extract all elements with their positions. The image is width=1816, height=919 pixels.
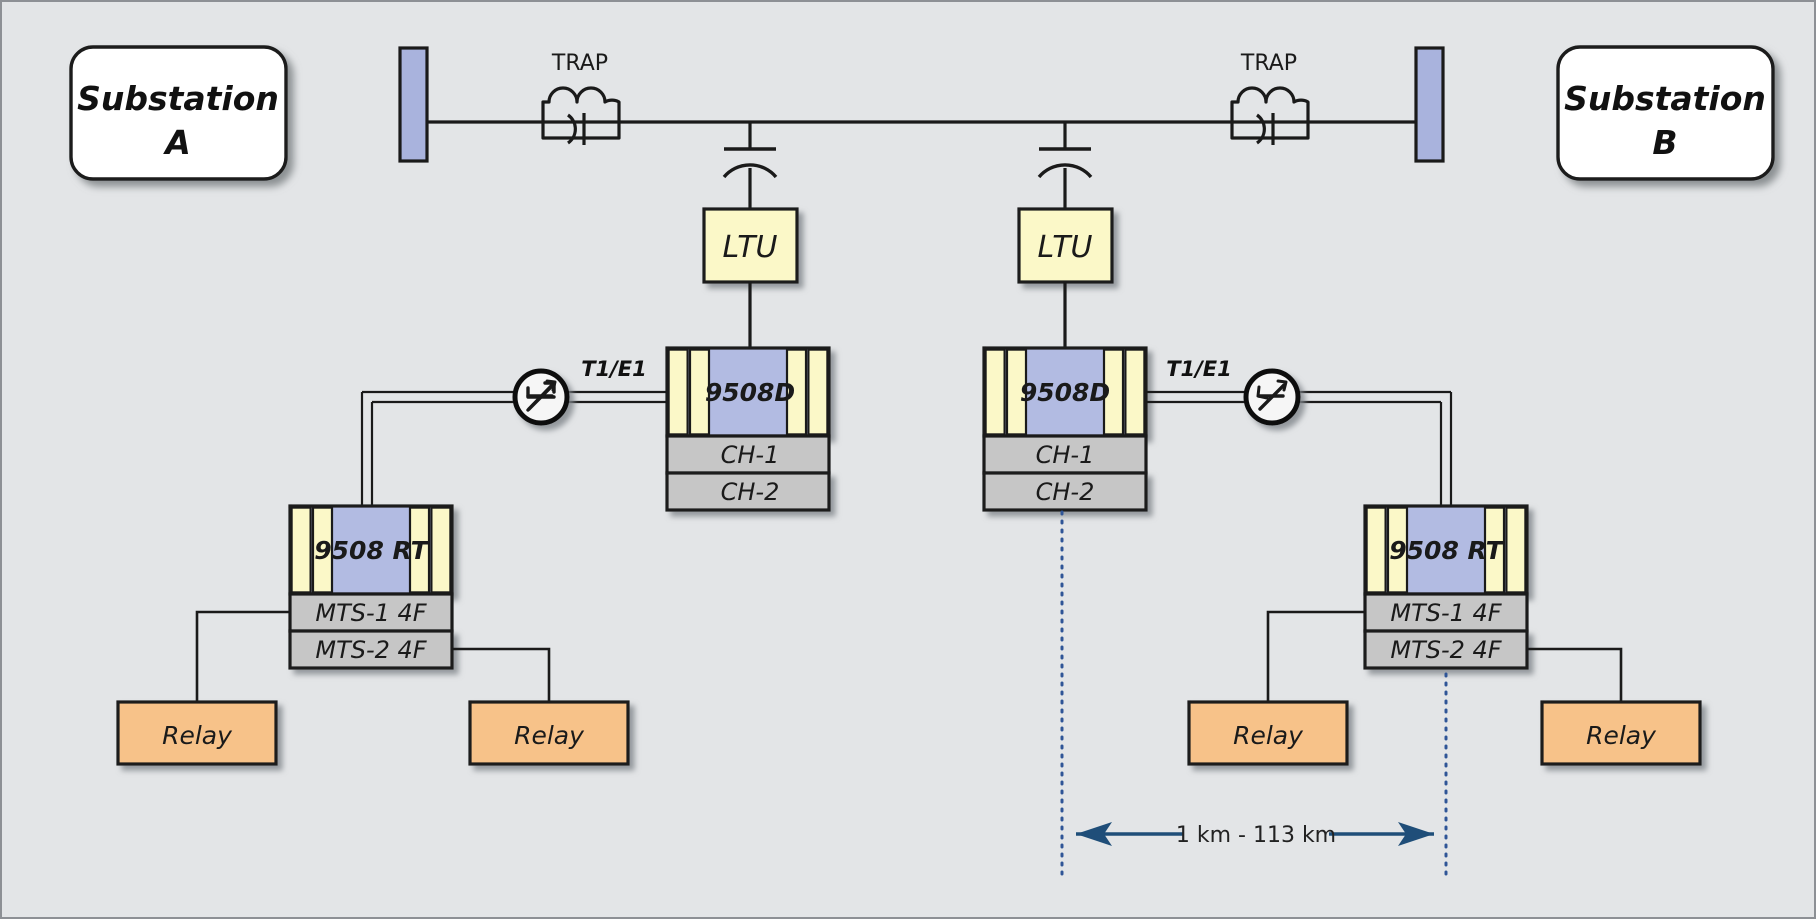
diagram-svg: TRAP TRAP LTU LTU 9508D CH-1 CH-2 9508D … [69,45,1775,876]
right-9508d-card-4 [1124,348,1146,436]
substation-b: Substation B [1556,45,1775,181]
right-9508d-card-1 [984,348,1006,436]
left-trap-label: TRAP [551,51,608,76]
left-9508rt-card-4 [430,506,452,594]
left-9508d: 9508D CH-1 CH-2 [665,346,831,512]
right-trap-label: TRAP [1240,51,1297,76]
right-9508rt-label: 9508 RT [1389,536,1504,565]
left-9508rt-row-mts1: MTS-1 4F [315,599,427,627]
left-trap: TRAP [541,51,621,145]
right-9508d-row-ch1: CH-1 [1036,441,1095,469]
right-9508d-row-ch2: CH-2 [1036,478,1095,506]
right-9508rt-row-mts1: MTS-1 4F [1390,599,1502,627]
left-9508d-row-ch1: CH-1 [721,441,780,469]
substation-a: Substation A [69,45,288,181]
left-9508d-row-ch2: CH-2 [721,478,780,506]
left-9508rt-row-mts2: MTS-2 4F [315,636,427,664]
relay-a2-label: Relay [514,721,585,750]
right-ltu: LTU [1017,207,1114,348]
relay-b1: Relay [1187,700,1349,766]
left-t1e1-path: T1/E1 [360,357,667,506]
left-isolator [512,368,570,426]
diagram-canvas: TRAP TRAP LTU LTU 9508D CH-1 CH-2 9508D … [0,0,1816,919]
relay-b1-label: Relay [1233,721,1304,750]
substation-b-line2: B [1652,123,1677,162]
distance-label: 1 km - 113 km [1176,823,1336,848]
left-9508d-card-1 [667,348,689,436]
substation-b-line1: Substation [1564,79,1766,118]
right-trap: TRAP [1230,51,1310,145]
left-t1e1-label: T1/E1 [581,357,647,381]
left-ltu: LTU [702,207,799,348]
right-ltu-label: LTU [1038,230,1093,265]
right-9508rt-card-4 [1505,506,1527,594]
right-coupling-capacitor [1037,122,1093,209]
left-9508d-label: 9508D [705,378,795,407]
relay-a1-label: Relay [162,721,233,750]
right-9508rt: 9508 RT MTS-1 4F MTS-2 4F [1363,504,1529,670]
relay-a1: Relay [116,700,278,766]
left-9508rt: 9508 RT MTS-1 4F MTS-2 4F [288,504,454,670]
right-busbar [1414,46,1445,163]
left-9508rt-label: 9508 RT [314,536,429,565]
substation-a-line2: A [162,123,191,162]
right-9508rt-row-mts2: MTS-2 4F [1390,636,1502,664]
left-coupling-capacitor [722,122,778,209]
right-9508rt-card-1 [1365,506,1387,594]
right-t1e1-path: T1/E1 [1146,357,1453,506]
right-9508d: 9508D CH-1 CH-2 [982,346,1148,512]
right-9508d-label: 9508D [1020,378,1110,407]
substation-a-line1: Substation [77,79,279,118]
left-ltu-label: LTU [723,230,778,265]
left-9508d-card-4 [807,348,829,436]
right-t1e1-label: T1/E1 [1166,357,1232,381]
relay-b2: Relay [1540,700,1702,766]
left-9508rt-card-1 [290,506,312,594]
relay-a2: Relay [468,700,630,766]
left-busbar [398,46,429,163]
relay-b2-label: Relay [1586,721,1657,750]
right-isolator [1243,368,1301,426]
